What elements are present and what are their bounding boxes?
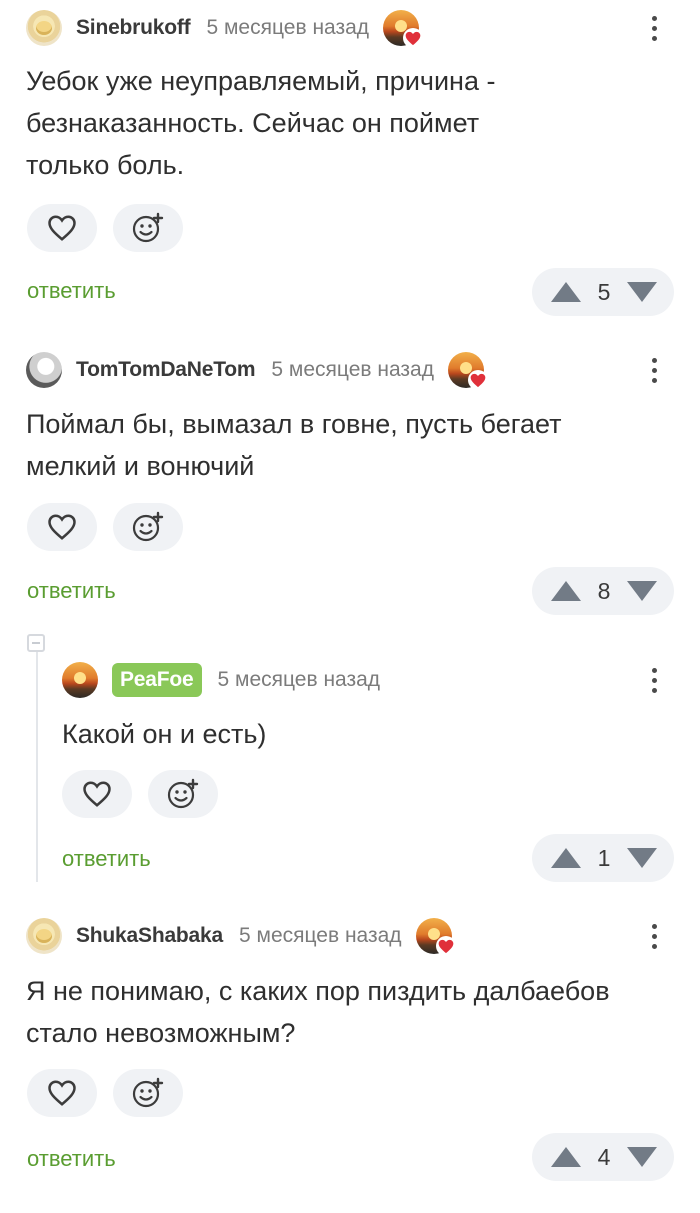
heart-badge-icon — [435, 936, 456, 956]
comment: Sinebrukoff 5 месяцев назад Уебок уже не… — [0, 0, 700, 320]
comment-text: Поймал бы, вымазал в говне, пусть бегает… — [26, 409, 562, 481]
post-author-avatar — [447, 352, 488, 390]
comment-header: Sinebrukoff 5 месяцев назад — [26, 10, 424, 48]
comment-text: Какой он и есть) — [62, 719, 267, 749]
emoji-add-icon — [132, 511, 164, 542]
comment-time: 5 месяцев назад — [239, 924, 402, 947]
comment-time: 5 месяцев назад — [271, 358, 434, 381]
user-avatar[interactable] — [26, 10, 62, 46]
downvote-icon[interactable] — [626, 847, 658, 869]
like-button[interactable] — [62, 770, 132, 818]
heart-badge-icon — [403, 28, 424, 48]
comment-header: TomTomDaNeTom 5 месяцев назад — [26, 352, 488, 390]
rating-count: 4 — [597, 1143, 611, 1170]
add-reaction-button[interactable] — [113, 204, 183, 252]
vote-control: 4 — [532, 1133, 674, 1181]
heart-icon — [83, 781, 111, 807]
comment-header: PeaFoe 5 месяцев назад — [62, 662, 380, 698]
rating-count: 8 — [597, 577, 611, 604]
emoji-add-icon — [167, 778, 199, 809]
rating-count: 1 — [597, 844, 611, 871]
emoji-add-icon — [132, 212, 164, 243]
add-reaction-button[interactable] — [113, 1069, 183, 1117]
downvote-icon[interactable] — [626, 580, 658, 602]
upvote-icon[interactable] — [550, 847, 582, 869]
heart-badge-icon — [467, 370, 488, 390]
more-options-icon[interactable] — [644, 352, 664, 388]
heart-icon — [48, 215, 76, 241]
comment-text: Я не понимаю, с каких пор пиздить далбае… — [26, 976, 610, 1048]
heart-icon — [48, 1080, 76, 1106]
upvote-icon[interactable] — [550, 281, 582, 303]
upvote-icon[interactable] — [550, 580, 582, 602]
vote-control: 1 — [532, 834, 674, 882]
comment-time: 5 месяцев назад — [206, 16, 370, 39]
vote-control: 8 — [532, 567, 674, 615]
user-avatar[interactable] — [26, 918, 62, 954]
rating-count: 5 — [597, 278, 611, 305]
username[interactable]: ShukaShabaka — [76, 924, 223, 948]
comment-time: 5 месяцев назад — [217, 668, 381, 691]
comment: ShukaShabaka 5 месяцев назад Я не понима… — [0, 906, 700, 1206]
comment-text: Уебок уже неуправляемый, причина - безна… — [26, 66, 496, 180]
reply-link[interactable]: ответить — [27, 578, 116, 604]
comment-header: ShukaShabaka 5 месяцев назад — [26, 918, 456, 956]
user-avatar[interactable] — [62, 662, 98, 698]
add-reaction-button[interactable] — [113, 503, 183, 551]
post-author-avatar — [415, 918, 456, 956]
reply-link[interactable]: ответить — [27, 278, 116, 304]
like-button[interactable] — [27, 503, 97, 551]
downvote-icon[interactable] — [626, 281, 658, 303]
reply-link[interactable]: ответить — [27, 1146, 116, 1172]
username[interactable]: Sinebrukoff — [76, 16, 191, 40]
more-options-icon[interactable] — [644, 918, 664, 954]
more-options-icon[interactable] — [644, 662, 664, 698]
reply-link[interactable]: ответить — [62, 846, 151, 872]
comment-reply: PeaFoe 5 месяцев назад Какой он и есть) … — [0, 650, 700, 890]
username[interactable]: TomTomDaNeTom — [76, 358, 256, 382]
comment: TomTomDaNeTom 5 месяцев назад Поймал бы,… — [0, 340, 700, 620]
more-options-icon[interactable] — [644, 10, 664, 46]
upvote-icon[interactable] — [550, 1146, 582, 1168]
post-author-avatar — [383, 10, 424, 48]
downvote-icon[interactable] — [626, 1146, 658, 1168]
author-username-badge[interactable]: PeaFoe — [112, 663, 202, 697]
add-reaction-button[interactable] — [148, 770, 218, 818]
emoji-add-icon — [132, 1077, 164, 1108]
heart-icon — [48, 514, 76, 540]
user-avatar[interactable] — [26, 352, 62, 388]
vote-control: 5 — [532, 268, 674, 316]
like-button[interactable] — [27, 1069, 97, 1117]
like-button[interactable] — [27, 204, 97, 252]
